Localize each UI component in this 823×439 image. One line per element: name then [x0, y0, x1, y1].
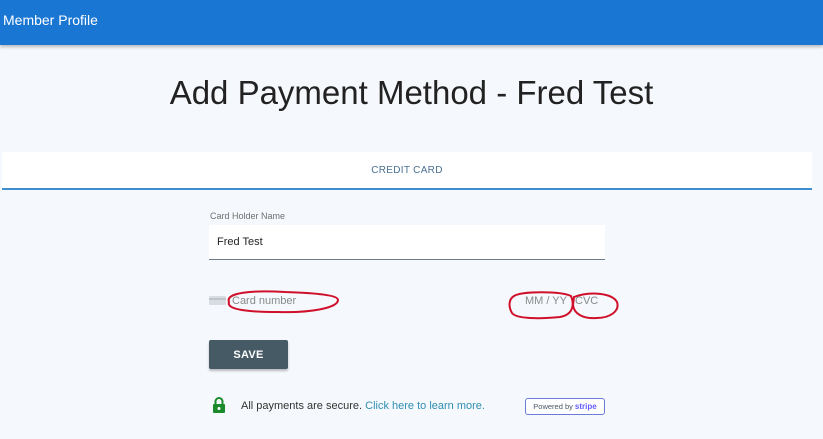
stripe-logo: stripe: [574, 402, 597, 411]
expiry-input[interactable]: [525, 293, 575, 309]
learn-more-link[interactable]: Click here to learn more.: [365, 400, 485, 412]
tab-credit-card[interactable]: CREDIT CARD: [2, 152, 812, 188]
card-holder-input[interactable]: [209, 225, 605, 260]
secure-message: All payments are secure.: [241, 400, 366, 412]
cvc-input[interactable]: [575, 293, 615, 309]
powered-by-stripe-badge[interactable]: Powered by stripe: [525, 398, 605, 415]
card-holder-label: Card Holder Name: [210, 211, 286, 221]
save-button[interactable]: SAVE: [209, 340, 288, 369]
card-number-input[interactable]: [232, 293, 342, 309]
secure-payments-text: All payments are secure. Click here to l…: [241, 400, 485, 412]
red-annotation-circles: [227, 290, 619, 320]
app-bar: Member Profile: [0, 0, 823, 45]
app-title: Member Profile: [3, 12, 98, 28]
page-title: Add Payment Method - Fred Test: [169, 74, 654, 111]
powered-by-label: Powered by: [533, 402, 573, 411]
card-brand-icon: [209, 296, 226, 305]
lock-icon: [213, 397, 225, 413]
payment-tabs: CREDIT CARD: [2, 152, 812, 190]
